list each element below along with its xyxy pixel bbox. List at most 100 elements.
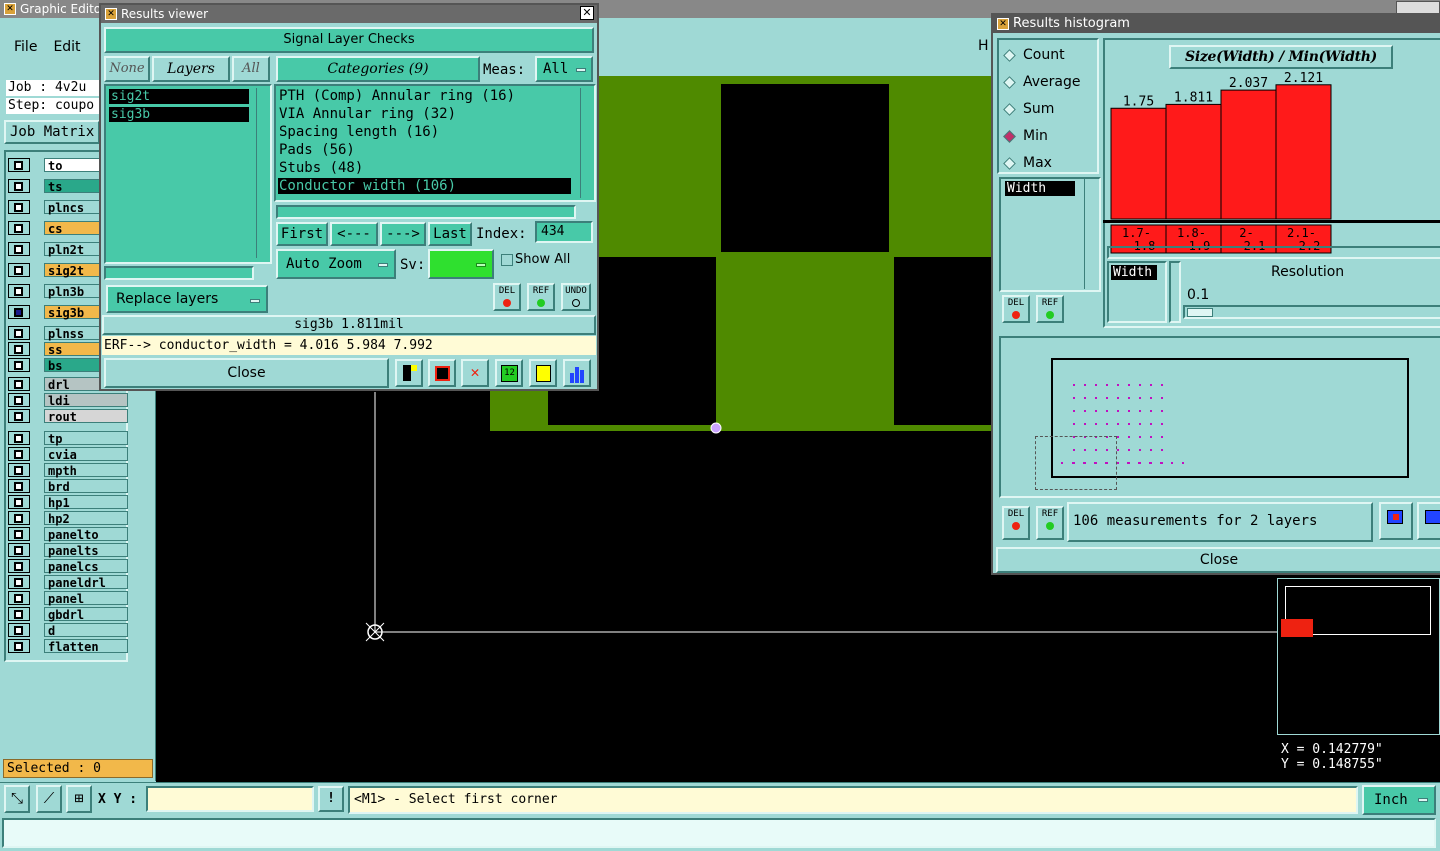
layer-checkbox[interactable]	[8, 623, 30, 637]
layer-checkbox[interactable]	[8, 305, 30, 319]
layer-name[interactable]: panelcs	[44, 559, 128, 574]
replace-layers-button[interactable]: Replace layers	[106, 285, 268, 313]
layer-hscrollbar[interactable]	[104, 266, 254, 280]
radio-icon[interactable]	[1003, 49, 1016, 62]
none-button[interactable]: None	[104, 56, 150, 82]
layer-checkbox[interactable]	[8, 377, 30, 391]
histogram-bar[interactable]	[1165, 103, 1222, 220]
histogram-bar[interactable]	[1220, 89, 1277, 220]
import-icon[interactable]	[1417, 502, 1440, 540]
layer-name[interactable]: tp	[44, 431, 128, 446]
alert-button[interactable]: !	[318, 786, 344, 812]
menu-file[interactable]: File	[14, 39, 37, 55]
category-item[interactable]: PTH (Comp) Annular ring (16)	[278, 88, 515, 104]
mode-option-count[interactable]: Count	[1003, 46, 1095, 64]
layer-checkbox[interactable]	[8, 179, 30, 193]
resolution-scrollbar[interactable]	[1169, 261, 1181, 323]
layer-checkbox[interactable]	[8, 447, 30, 461]
meas-select[interactable]: All	[535, 56, 593, 82]
dist-del-button[interactable]: DEL	[1002, 506, 1030, 540]
layer-row-panelcs[interactable]: panelcs	[6, 559, 130, 574]
layer-checkbox[interactable]	[8, 409, 30, 423]
layer-row-panelts[interactable]: panelts	[6, 543, 130, 558]
export-icon[interactable]	[1379, 502, 1413, 540]
layer-checkbox[interactable]	[8, 511, 30, 525]
layer-checkbox[interactable]	[8, 607, 30, 621]
distribution-view[interactable]	[999, 336, 1440, 498]
layer-name[interactable]: mpth	[44, 463, 128, 478]
list-tool-icon[interactable]	[529, 359, 557, 387]
auto-zoom-select[interactable]: Auto Zoom	[276, 249, 396, 279]
number-tool-icon[interactable]: 12	[495, 359, 523, 387]
layer-row-paneldrl[interactable]: paneldrl	[6, 575, 130, 590]
layer-row-ldi[interactable]: ldi	[6, 393, 130, 408]
highlight-tool-icon[interactable]	[395, 359, 423, 387]
mode-option-max[interactable]: Max	[1003, 154, 1095, 172]
mode-option-min[interactable]: Min	[1003, 127, 1095, 145]
close-button[interactable]: Close	[104, 358, 389, 388]
width-list-scrollbar[interactable]	[1084, 179, 1097, 289]
show-all-checkbox[interactable]	[501, 254, 513, 266]
next-button[interactable]: --->	[380, 222, 426, 246]
layer-name[interactable]: flatten	[44, 639, 128, 654]
layer-row-flatten[interactable]: flatten	[6, 639, 130, 654]
layer-checkbox[interactable]	[8, 495, 30, 509]
close-icon[interactable]: ✕	[580, 6, 594, 20]
layer-name[interactable]: brd	[44, 479, 128, 494]
layer-row-tp[interactable]: tp	[6, 431, 130, 446]
histogram-bar[interactable]	[1275, 84, 1332, 220]
layer-name[interactable]: hp2	[44, 511, 128, 526]
category-hscrollbar[interactable]	[276, 205, 576, 219]
menu-edit[interactable]: Edit	[53, 39, 80, 55]
layer-checkbox[interactable]	[8, 639, 30, 653]
radio-icon[interactable]	[1003, 130, 1016, 143]
layer-name[interactable]: cvia	[44, 447, 128, 462]
help-menu[interactable]: H	[978, 38, 989, 54]
layer-row-brd[interactable]: brd	[6, 479, 130, 494]
layer-name[interactable]: rout	[44, 409, 128, 424]
layer-row-panelto[interactable]: panelto	[6, 527, 130, 542]
width-field-item[interactable]: Width	[1111, 265, 1157, 280]
histogram-tool-icon[interactable]	[563, 359, 591, 387]
hist-close-button[interactable]: Close	[996, 547, 1440, 573]
radio-icon[interactable]	[1003, 103, 1016, 116]
category-item[interactable]: Spacing length (16)	[278, 124, 439, 140]
layer-row-d[interactable]: d	[6, 623, 130, 638]
layer-row-hp2[interactable]: hp2	[6, 511, 130, 526]
slider-thumb[interactable]	[1187, 308, 1213, 317]
radio-icon[interactable]	[1003, 76, 1016, 89]
layer-item[interactable]: sig2t	[109, 89, 249, 104]
radio-icon[interactable]	[1003, 157, 1016, 170]
category-item[interactable]: Conductor width (106)	[278, 178, 571, 194]
category-scrollbar[interactable]	[580, 88, 592, 198]
layer-checkbox[interactable]	[8, 242, 30, 256]
layer-name[interactable]: gbdrl	[44, 607, 128, 622]
layer-checkbox[interactable]	[8, 358, 30, 372]
layer-item[interactable]: sig3b	[109, 107, 249, 122]
erf-tool-icon[interactable]: ✕	[461, 359, 489, 387]
layer-checkbox[interactable]	[8, 591, 30, 605]
layer-row-gbdrl[interactable]: gbdrl	[6, 607, 130, 622]
layer-checkbox[interactable]	[8, 158, 30, 172]
dist-ref-button[interactable]: REF	[1036, 506, 1064, 540]
resolution-slider[interactable]	[1183, 305, 1440, 319]
width-item[interactable]: Width	[1005, 181, 1075, 196]
units-select[interactable]: Inch	[1362, 785, 1436, 815]
category-item[interactable]: VIA Annular ring (32)	[278, 106, 456, 122]
layer-name[interactable]: panelts	[44, 543, 128, 558]
zoom-tool-button[interactable]: ⤡	[4, 785, 30, 813]
layer-row-panel[interactable]: panel	[6, 591, 130, 606]
layer-checkbox[interactable]	[8, 200, 30, 214]
grid-tool-button[interactable]: ⊞	[66, 785, 92, 813]
layer-checkbox[interactable]	[8, 543, 30, 557]
layer-checkbox[interactable]	[8, 559, 30, 573]
layer-checkbox[interactable]	[8, 431, 30, 445]
layer-row-mpth[interactable]: mpth	[6, 463, 130, 478]
layer-row-hp1[interactable]: hp1	[6, 495, 130, 510]
mini-map[interactable]	[1277, 578, 1440, 735]
chart-hscrollbar[interactable]	[1107, 246, 1440, 259]
hist-ref-button[interactable]: REF	[1036, 295, 1064, 323]
layer-name[interactable]: panel	[44, 591, 128, 606]
layer-row-cvia[interactable]: cvia	[6, 447, 130, 462]
layer-checkbox[interactable]	[8, 479, 30, 493]
